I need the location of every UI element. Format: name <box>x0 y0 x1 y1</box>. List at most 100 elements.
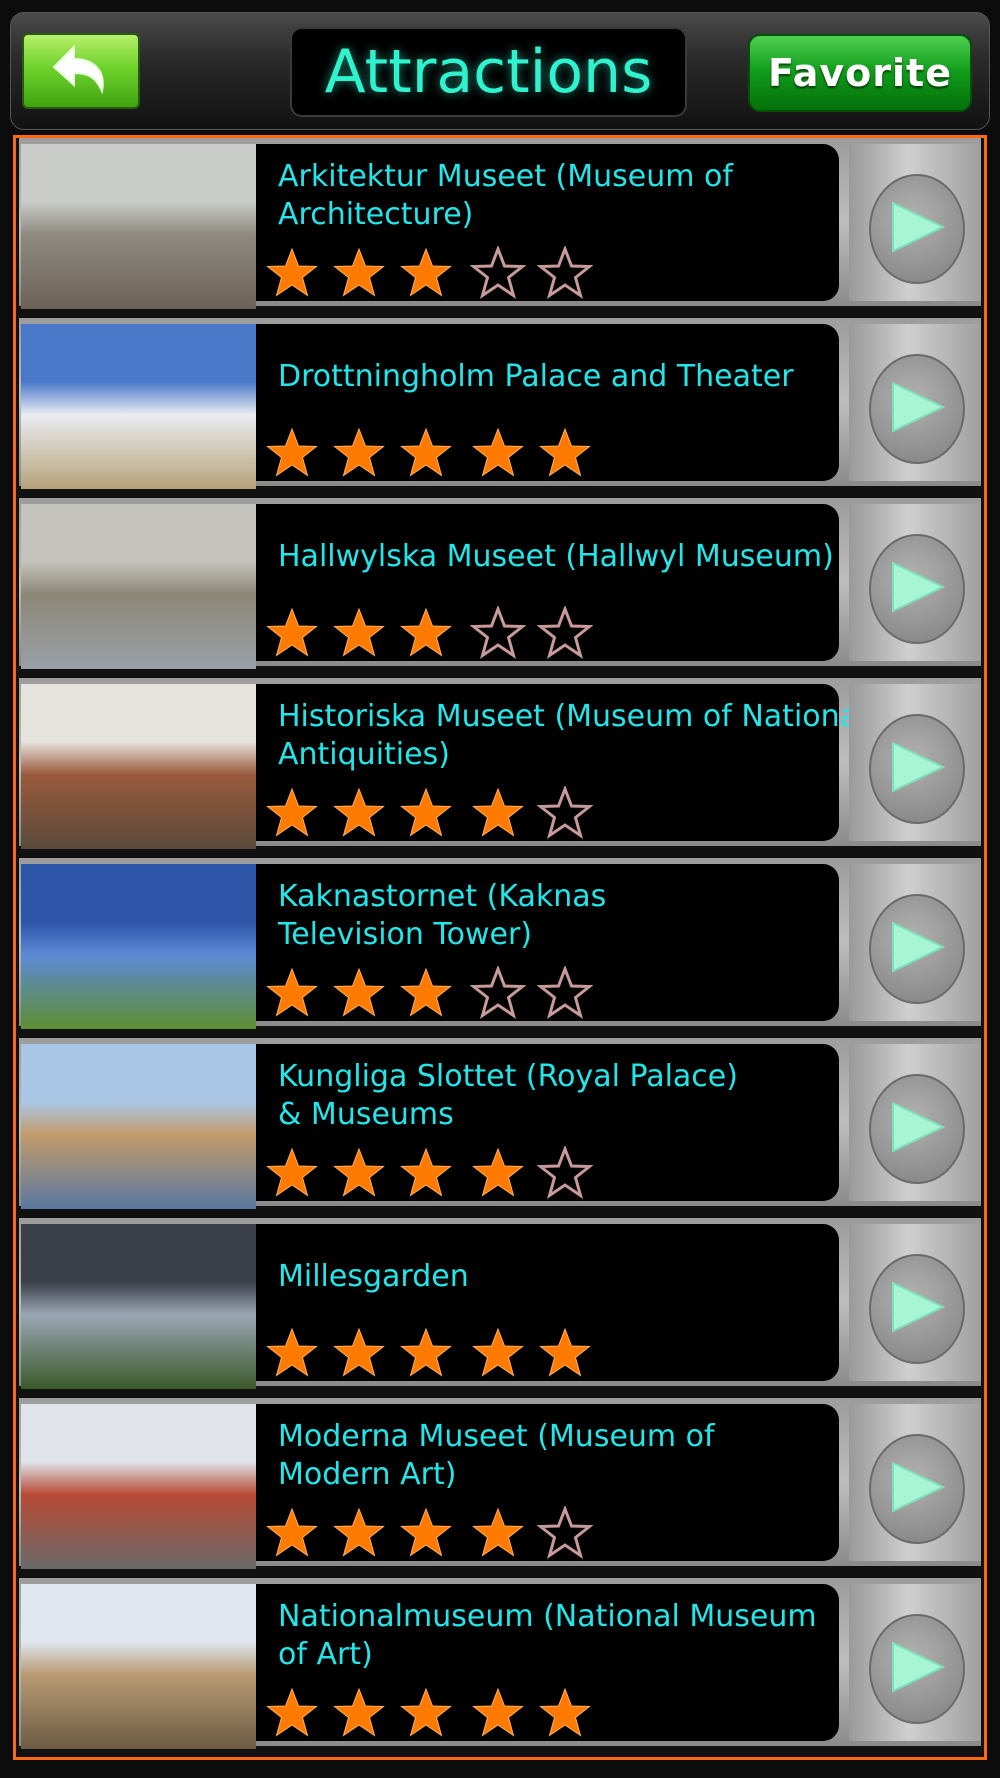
star-filled-icon <box>398 606 454 662</box>
star-filled-icon <box>537 1686 593 1742</box>
star-filled-icon <box>331 1326 387 1382</box>
attraction-info-panel: Kaknastornet (Kaknas Television Tower) <box>256 864 839 1021</box>
play-area <box>849 144 981 301</box>
attraction-info-panel: Nationalmuseum (National Museum of Art) <box>256 1584 839 1741</box>
list-item[interactable]: Historiska Museet (Museum of National An… <box>19 678 981 849</box>
open-detail-button[interactable] <box>869 1434 965 1544</box>
play-arrow-icon <box>887 919 947 979</box>
play-arrow-icon <box>887 1099 947 1159</box>
list-item[interactable]: Nationalmuseum (National Museum of Art) <box>19 1578 981 1749</box>
attractions-list[interactable]: Arkitektur Museet (Museum of Architectur… <box>13 135 987 1760</box>
attraction-thumbnail <box>21 1584 256 1749</box>
attraction-name: Drottningholm Palace and Theater <box>278 359 794 394</box>
attraction-name: Millesgarden <box>278 1259 469 1294</box>
star-filled-icon <box>331 246 387 302</box>
play-area <box>849 1044 981 1201</box>
play-area <box>849 684 981 841</box>
star-filled-icon <box>331 426 387 482</box>
attraction-thumbnail <box>21 1224 256 1389</box>
star-filled-icon <box>537 426 593 482</box>
attraction-thumbnail <box>21 504 256 669</box>
attraction-name: Historiska Museet (Museum of National An… <box>278 699 867 772</box>
star-filled-icon <box>264 606 320 662</box>
attraction-name: Kaknastornet (Kaknas Television Tower) <box>278 879 607 952</box>
star-empty-icon <box>536 1504 594 1562</box>
star-filled-icon <box>398 426 454 482</box>
star-filled-icon <box>470 1326 526 1382</box>
play-arrow-icon <box>887 199 947 259</box>
star-filled-icon <box>470 1686 526 1742</box>
open-detail-button[interactable] <box>869 1614 965 1724</box>
list-item[interactable]: Millesgarden <box>19 1218 981 1389</box>
back-button[interactable] <box>22 33 140 109</box>
attraction-info-panel: Millesgarden <box>256 1224 839 1381</box>
attraction-name: Kungliga Slottet (Royal Palace) & Museum… <box>278 1059 738 1132</box>
star-filled-icon <box>331 966 387 1022</box>
list-item[interactable]: Kungliga Slottet (Royal Palace) & Museum… <box>19 1038 981 1209</box>
star-filled-icon <box>331 1146 387 1202</box>
attraction-thumbnail <box>21 1044 256 1209</box>
star-filled-icon <box>331 1506 387 1562</box>
attraction-thumbnail <box>21 144 256 309</box>
attraction-thumbnail <box>21 864 256 1029</box>
star-empty-icon <box>536 964 594 1022</box>
play-arrow-icon <box>887 379 947 439</box>
list-item[interactable]: Hallwylska Museet (Hallwyl Museum) <box>19 498 981 669</box>
open-detail-button[interactable] <box>869 894 965 1004</box>
open-detail-button[interactable] <box>869 714 965 824</box>
star-filled-icon <box>398 1146 454 1202</box>
star-filled-icon <box>264 246 320 302</box>
star-filled-icon <box>470 426 526 482</box>
open-detail-button[interactable] <box>869 1254 965 1364</box>
attraction-info-panel: Drottningholm Palace and Theater <box>256 324 839 481</box>
star-filled-icon <box>470 786 526 842</box>
star-filled-icon <box>398 966 454 1022</box>
open-detail-button[interactable] <box>869 1074 965 1184</box>
star-filled-icon <box>398 1686 454 1742</box>
open-detail-button[interactable] <box>869 534 965 644</box>
star-empty-icon <box>469 244 527 302</box>
play-area <box>849 324 981 481</box>
favorite-button[interactable]: Favorite <box>748 34 972 112</box>
star-empty-icon <box>469 964 527 1022</box>
play-area <box>849 1224 981 1381</box>
attraction-info-panel: Kungliga Slottet (Royal Palace) & Museum… <box>256 1044 839 1201</box>
open-detail-button[interactable] <box>869 354 965 464</box>
list-item[interactable]: Drottningholm Palace and Theater <box>19 318 981 489</box>
play-arrow-icon <box>887 1459 947 1519</box>
star-empty-icon <box>536 784 594 842</box>
star-filled-icon <box>331 606 387 662</box>
star-filled-icon <box>398 246 454 302</box>
list-item[interactable]: Kaknastornet (Kaknas Television Tower) <box>19 858 981 1029</box>
star-empty-icon <box>536 1144 594 1202</box>
play-area <box>849 504 981 661</box>
play-arrow-icon <box>887 1639 947 1699</box>
star-filled-icon <box>398 1326 454 1382</box>
attraction-name: Arkitektur Museet (Museum of Architectur… <box>278 159 733 232</box>
star-empty-icon <box>469 604 527 662</box>
back-arrow-icon <box>46 41 116 101</box>
play-area <box>849 1404 981 1561</box>
star-filled-icon <box>470 1146 526 1202</box>
star-empty-icon <box>536 244 594 302</box>
attraction-thumbnail <box>21 324 256 489</box>
attraction-thumbnail <box>21 1404 256 1569</box>
attraction-info-panel: Hallwylska Museet (Hallwyl Museum) <box>256 504 839 661</box>
attraction-name: Hallwylska Museet (Hallwyl Museum) <box>278 539 834 574</box>
open-detail-button[interactable] <box>869 174 965 284</box>
page-title: Attractions <box>290 27 687 117</box>
attraction-name: Nationalmuseum (National Museum of Art) <box>278 1599 817 1672</box>
star-filled-icon <box>331 1686 387 1742</box>
star-filled-icon <box>264 1326 320 1382</box>
star-filled-icon <box>264 1146 320 1202</box>
star-filled-icon <box>470 1506 526 1562</box>
star-filled-icon <box>264 1506 320 1562</box>
attraction-info-panel: Arkitektur Museet (Museum of Architectur… <box>256 144 839 301</box>
play-arrow-icon <box>887 739 947 799</box>
star-filled-icon <box>398 786 454 842</box>
play-area <box>849 1584 981 1741</box>
attraction-name: Moderna Museet (Museum of Modern Art) <box>278 1419 715 1492</box>
list-item[interactable]: Arkitektur Museet (Museum of Architectur… <box>19 138 981 309</box>
list-item[interactable]: Moderna Museet (Museum of Modern Art) <box>19 1398 981 1569</box>
play-arrow-icon <box>887 1279 947 1339</box>
